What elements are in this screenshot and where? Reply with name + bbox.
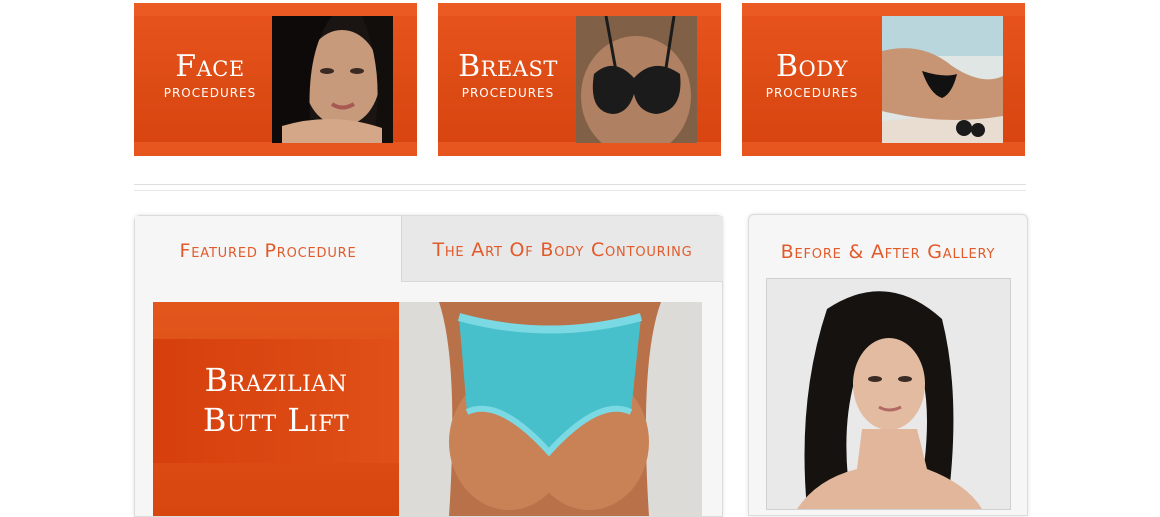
tab-featured-procedure[interactable]: Featured Procedure (135, 216, 401, 282)
featured-panel: Featured Procedure The Art Of Body Conto… (134, 215, 723, 517)
section-divider (134, 184, 1026, 191)
tab-art-of-body-contouring[interactable]: The Art Of Body Contouring (401, 216, 723, 282)
body-procedures-tile[interactable]: Body Procedures (742, 3, 1025, 156)
face-procedures-tile[interactable]: Face Procedures (134, 3, 417, 156)
gallery-title[interactable]: Before & After Gallery (749, 215, 1027, 285)
breast-procedures-tile[interactable]: Breast Procedures (438, 3, 721, 156)
tile-title: Breast (458, 49, 558, 84)
gallery-photo[interactable] (766, 278, 1011, 510)
body-photo (882, 16, 1003, 143)
procedure-title-line1: Brazilian (204, 361, 348, 399)
featured-procedure-title: Brazilian Butt Lift (153, 360, 399, 440)
tile-subtitle: Procedures (163, 86, 257, 100)
breast-photo (576, 16, 697, 143)
tile-subtitle: Procedures (461, 86, 555, 100)
gallery-panel: Before & After Gallery (748, 214, 1028, 516)
featured-procedure-banner[interactable]: Brazilian Butt Lift (153, 302, 702, 516)
tile-title: Body (776, 49, 848, 84)
tile-title: Face (175, 49, 245, 84)
featured-procedure-photo (399, 302, 702, 516)
tile-subtitle: Procedures (765, 86, 859, 100)
face-photo (272, 16, 393, 143)
procedure-title-line2: Butt Lift (202, 401, 350, 439)
